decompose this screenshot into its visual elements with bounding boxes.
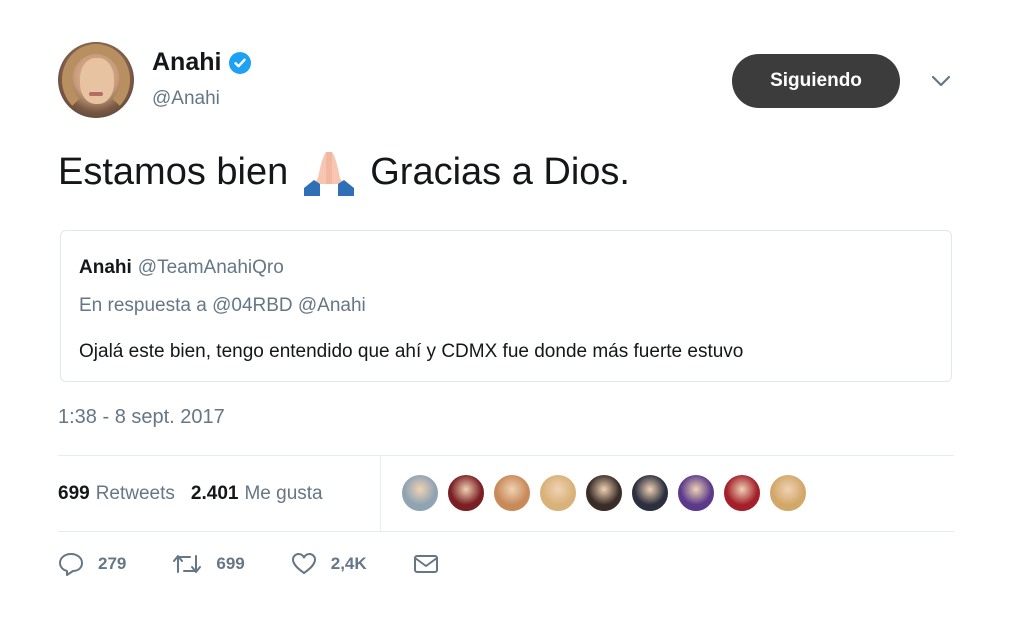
liker-avatar[interactable] — [584, 473, 624, 513]
retweet-icon — [172, 553, 202, 575]
quote-reply-to: En respuesta a @04RBD @Anahi — [79, 295, 366, 316]
liker-avatar[interactable] — [630, 473, 670, 513]
avatar-lips — [89, 92, 103, 96]
tweet-timestamp[interactable]: 1:38 - 8 sept. 2017 — [58, 406, 225, 429]
likes-stat[interactable]: 2.401 Me gusta — [191, 483, 323, 505]
likes-label: Me gusta — [244, 483, 323, 504]
tweet-text-after: Gracias a Dios. — [370, 150, 630, 193]
direct-message-button[interactable] — [413, 554, 439, 574]
author-name[interactable]: Anahi — [152, 48, 221, 77]
liker-avatar[interactable] — [400, 473, 440, 513]
liker-avatar[interactable] — [446, 473, 486, 513]
reply-icon — [58, 552, 84, 576]
liker-avatar[interactable] — [492, 473, 532, 513]
retweet-button[interactable]: 699 — [172, 553, 245, 575]
likers-avatars — [400, 473, 808, 513]
like-count: 2,4K — [330, 554, 367, 573]
quote-author-name[interactable]: Anahi — [79, 257, 132, 278]
liker-avatar[interactable] — [768, 473, 808, 513]
liker-avatar[interactable] — [676, 473, 716, 513]
retweet-count: 699 — [216, 554, 245, 573]
chevron-down-icon[interactable] — [928, 68, 954, 94]
following-button[interactable]: Siguiendo — [732, 54, 900, 108]
quote-author-handle[interactable]: @TeamAnahiQro — [138, 257, 284, 278]
quote-body: Ojalá este bien, tengo entendido que ahí… — [79, 341, 744, 362]
author-handle[interactable]: @Anahi — [152, 88, 220, 110]
envelope-icon — [413, 554, 439, 574]
tweet-actions: 279 699 2,4K — [58, 552, 485, 576]
likes-count: 2.401 — [190, 483, 239, 504]
avatar-face — [80, 58, 114, 104]
like-button[interactable]: 2,4K — [291, 552, 367, 576]
retweets-stat[interactable]: 699 Retweets — [58, 483, 175, 505]
quote-author: Anahi @TeamAnahiQro — [79, 257, 284, 279]
vertical-divider — [380, 456, 381, 532]
reply-button[interactable]: 279 — [58, 552, 126, 576]
tweet-text-before: Estamos bien — [58, 150, 289, 193]
liker-avatar[interactable] — [722, 473, 762, 513]
name-row: Anahi — [152, 48, 252, 77]
reply-count: 279 — [98, 554, 127, 573]
verified-badge-icon — [229, 51, 252, 74]
liker-avatar[interactable] — [538, 473, 578, 513]
avatar[interactable] — [58, 42, 134, 118]
folded-hands-icon — [300, 148, 358, 196]
quoted-tweet[interactable]: Anahi @TeamAnahiQro En respuesta a @04RBD… — [60, 230, 952, 382]
heart-icon — [291, 552, 317, 576]
tweet-text: Estamos bien Gracias a Dios. — [58, 148, 630, 196]
divider — [58, 531, 954, 532]
retweets-label: Retweets — [95, 483, 175, 504]
stat-counts: 699 Retweets 2.401 Me gusta — [58, 456, 323, 532]
engagement-stats: 699 Retweets 2.401 Me gusta — [58, 456, 954, 532]
retweets-count: 699 — [58, 483, 90, 504]
